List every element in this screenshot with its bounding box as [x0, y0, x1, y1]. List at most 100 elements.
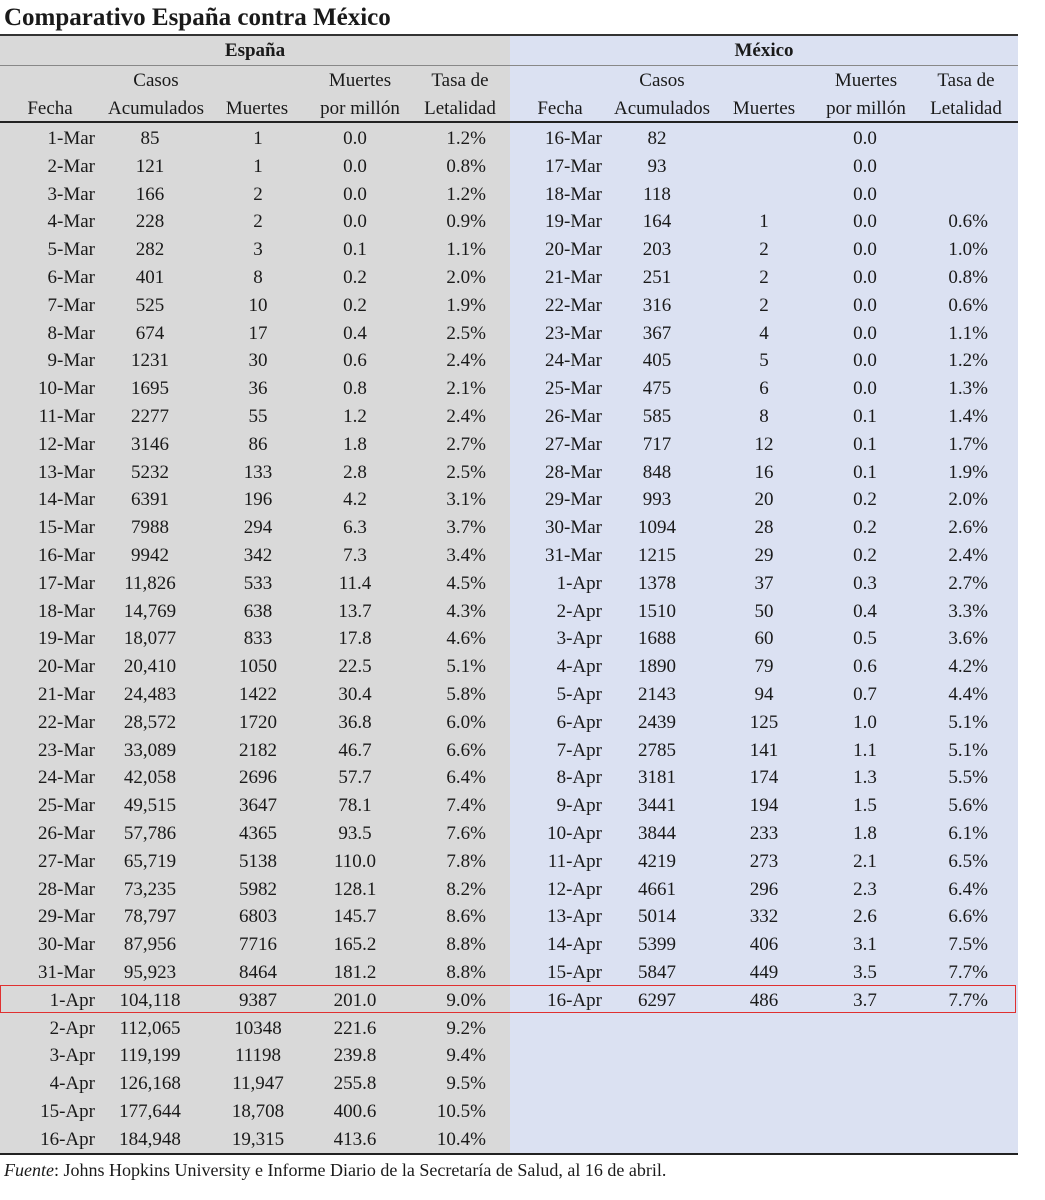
cell-tasa: 10.4%	[436, 1128, 486, 1150]
cell-fecha: 26-Mar	[545, 406, 602, 427]
cell-fecha: 2-Apr	[49, 1017, 95, 1039]
mexico-table-row: 6-Apr 2439 125 1.0 5.1%	[0, 709, 1018, 737]
mexico-table-row: 11-Apr 4219 273 2.1 6.5%	[0, 848, 1018, 876]
cell-fecha: 3-Apr	[49, 1045, 95, 1067]
cell-fecha: 16-Apr	[40, 1128, 95, 1150]
cell-casos: 1688	[638, 628, 676, 650]
cell-tasa: 1.0%	[948, 239, 988, 261]
cell-muertes-por-millon: 1.5	[853, 795, 877, 817]
cell-muertes-por-millon: 1.1	[853, 739, 877, 761]
cell-fecha: 14-Apr	[547, 934, 602, 956]
mexico-table-row: 21-Mar 251 2 0.0 0.8%	[0, 264, 1018, 292]
cell-tasa: 1.3%	[948, 378, 988, 400]
highlight-box	[0, 985, 1016, 1013]
cell-casos: 367	[642, 322, 672, 344]
cell-casos: 4219	[638, 850, 676, 872]
cell-tasa: 9.5%	[446, 1073, 486, 1095]
mexico-table-row: 10-Apr 3844 233 1.8 6.1%	[0, 820, 1018, 848]
column-header-rule	[0, 121, 1018, 123]
cell-fecha: 17-Mar	[545, 155, 602, 177]
cell-muertes-por-millon: 2.6	[853, 906, 877, 928]
cell-muertes-por-millon: 0.0	[853, 183, 877, 205]
cell-muertes-por-millon: 0.0	[853, 267, 877, 288]
mexico-table-row: 8-Apr 3181 174 1.3 5.5%	[0, 764, 1018, 792]
cell-fecha: 24-Mar	[545, 350, 602, 372]
cell-muertes-por-millon: 0.4	[853, 600, 877, 622]
cell-tasa: 0.8%	[948, 267, 988, 288]
cell-fecha: 23-Mar	[545, 322, 602, 344]
cell-muertes-por-millon: 0.2	[853, 517, 877, 539]
cell-tasa: 5.5%	[948, 767, 988, 789]
cell-casos: 1890	[638, 656, 676, 678]
cell-fecha: 9-Apr	[556, 795, 602, 817]
cell-tasa: 5.1%	[948, 711, 988, 733]
mexico-table-row: 1-Apr 1378 37 0.3 2.7%	[0, 570, 1018, 598]
header-muertes: Muertes	[732, 98, 796, 119]
cell-tasa: 7.7%	[948, 962, 988, 983]
cell-fecha: 6-Apr	[556, 711, 602, 733]
cell-muertes-por-millon: 1.0	[853, 711, 877, 733]
mexico-table-row: 27-Mar 717 12 0.1 1.7%	[0, 431, 1018, 459]
header-casos: Casos Acumulados	[107, 70, 205, 119]
cell-muertes-por-millon: 400.6	[333, 1101, 377, 1122]
spain-table-row: 2-Apr 112,065 10348 221.6 9.2%	[0, 1015, 1018, 1043]
cell-tasa: 9.2%	[446, 1017, 486, 1039]
cell-fecha: 15-Apr	[40, 1101, 95, 1122]
header-tasa-letalidad: Tasa de Letalidad	[424, 70, 496, 119]
mexico-table-row: 16-Mar 82 0.0	[0, 125, 1018, 153]
cell-casos: 5399	[638, 934, 676, 956]
source-note: Fuente: Johns Hopkins University e Infor…	[4, 1160, 667, 1180]
cell-muertes-por-millon: 0.1	[853, 406, 877, 427]
cell-casos: 2439	[638, 711, 676, 733]
cell-casos: 2143	[638, 684, 676, 705]
cell-casos: 1378	[638, 572, 676, 594]
cell-tasa: 6.4%	[948, 878, 988, 900]
cell-muertes-por-millon: 0.0	[853, 128, 877, 149]
cell-muertes-por-millon: 1.3	[853, 767, 877, 789]
mexico-table-row: 12-Apr 4661 296 2.3 6.4%	[0, 876, 1018, 904]
cell-tasa: 1.1%	[948, 322, 988, 344]
cell-tasa: 5.6%	[948, 795, 988, 817]
mexico-table-row: 15-Apr 5847 449 3.5 7.7%	[0, 959, 1018, 987]
cell-muertes-por-millon: 0.2	[853, 489, 877, 511]
cell-fecha: 15-Apr	[547, 962, 602, 983]
mexico-table-row: 22-Mar 316 2 0.0 0.6%	[0, 292, 1018, 320]
cell-muertes-por-millon: 0.3	[853, 572, 877, 594]
cell-tasa: 1.2%	[948, 350, 988, 372]
cell-muertes-por-millon: 0.7	[853, 684, 877, 705]
mexico-table-row: 14-Apr 5399 406 3.1 7.5%	[0, 931, 1018, 959]
cell-casos: 112,065	[119, 1017, 181, 1039]
cell-casos: 3844	[638, 823, 676, 844]
cell-fecha: 22-Mar	[545, 294, 602, 316]
mexico-table-row: 19-Mar 164 1 0.0 0.6%	[0, 208, 1018, 236]
spain-table-row: 15-Apr 177,644 18,708 400.6 10.5%	[0, 1098, 1018, 1126]
header-casos: Casos Acumulados	[613, 70, 711, 119]
cell-fecha: 18-Mar	[545, 183, 602, 205]
cell-fecha: 1-Apr	[556, 572, 602, 594]
cell-casos: 203	[642, 239, 672, 261]
cell-casos: 93	[647, 155, 667, 177]
cell-muertes-por-millon: 221.6	[333, 1017, 377, 1039]
cell-tasa: 6.5%	[948, 850, 988, 872]
cell-tasa: 6.6%	[948, 906, 988, 928]
header-fecha: Fecha	[27, 98, 73, 119]
mexico-table-row: 2-Apr 1510 50 0.4 3.3%	[0, 598, 1018, 626]
cell-casos: 405	[642, 350, 672, 372]
mexico-table-row: 31-Mar 1215 29 0.2 2.4%	[0, 542, 1018, 570]
cell-casos: 3181	[638, 767, 676, 789]
spain-header: España	[224, 40, 286, 61]
mexico-table-row: 23-Mar 367 4 0.0 1.1%	[0, 320, 1018, 348]
cell-casos: 3441	[638, 795, 676, 817]
cell-muertes-por-millon: 0.2	[853, 545, 877, 566]
cell-muertes-por-millon: 0.0	[853, 378, 877, 400]
cell-tasa: 1.9%	[948, 461, 988, 483]
mexico-table-row: 24-Mar 405 5 0.0 1.2%	[0, 347, 1018, 375]
cell-casos: 585	[642, 406, 672, 427]
mexico-table-row: 28-Mar 848 16 0.1 1.9%	[0, 459, 1018, 487]
header-muertes-por-millon: Muertes por millón	[320, 70, 400, 119]
cell-casos: 126,168	[119, 1073, 181, 1095]
cell-muertes-por-millon: 0.0	[853, 322, 877, 344]
cell-fecha: 30-Mar	[545, 517, 602, 539]
cell-tasa: 1.4%	[948, 406, 988, 427]
cell-casos: 177,644	[119, 1101, 181, 1122]
